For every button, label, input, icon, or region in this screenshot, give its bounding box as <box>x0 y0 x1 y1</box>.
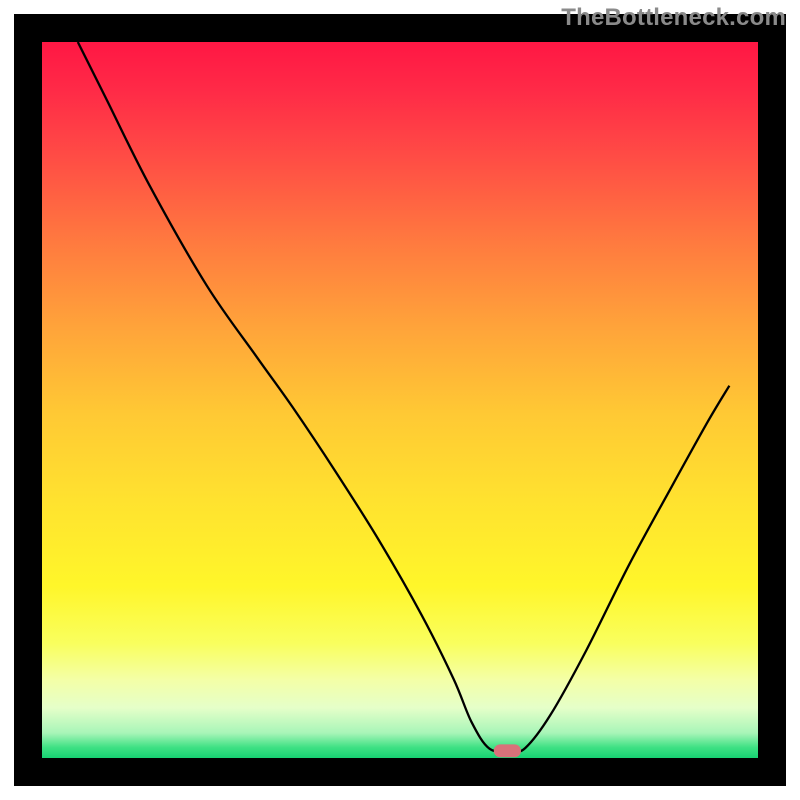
bottleneck-chart <box>0 0 800 800</box>
chart-container: TheBottleneck.com <box>0 0 800 800</box>
watermark-text: TheBottleneck.com <box>561 4 786 32</box>
optimal-point-marker <box>494 744 521 757</box>
gradient-background <box>42 42 758 758</box>
